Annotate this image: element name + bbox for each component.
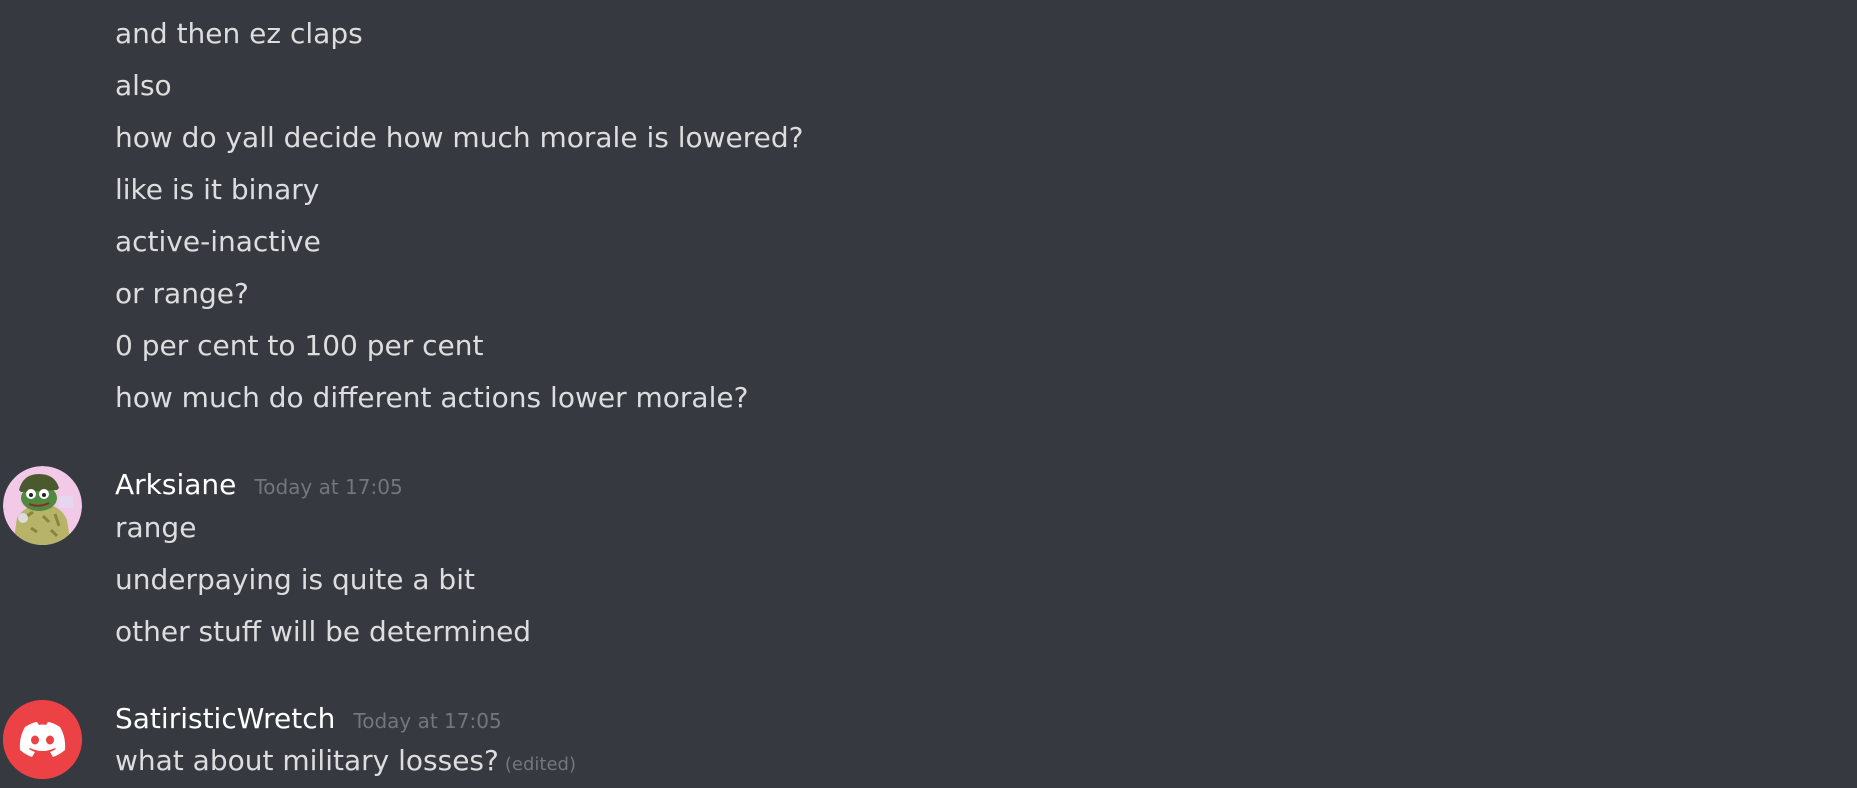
message-line: what about military losses? (edited)	[115, 744, 576, 782]
message-line: active-inactive	[115, 225, 321, 258]
message-line: or range?	[115, 277, 249, 310]
edited-label: (edited)	[504, 754, 576, 775]
message-line: other stuff will be determined	[115, 615, 532, 648]
chat-messages: and then ez claps also how do yall decid…	[0, 0, 1857, 788]
user-avatar-arksiane[interactable]	[3, 466, 82, 545]
message-header: SatiristicWretch Today at 17:05	[115, 702, 502, 736]
message-line: also	[115, 69, 172, 102]
user-avatar-satiristicwretch[interactable]	[3, 700, 82, 779]
message-line: how much do different actions lower mora…	[115, 381, 749, 414]
message-line: range	[115, 511, 197, 544]
frog-soldier-avatar-icon	[3, 466, 82, 545]
message-line: 0 per cent to 100 per cent	[115, 329, 484, 362]
message-timestamp[interactable]: Today at 17:05	[353, 709, 501, 733]
message-timestamp[interactable]: Today at 17:05	[254, 475, 402, 499]
message-line: how do yall decide how much morale is lo…	[115, 121, 804, 154]
message-line: underpaying is quite a bit	[115, 563, 475, 596]
message-line: like is it binary	[115, 173, 320, 206]
message-header: Arksiane Today at 17:05	[115, 468, 403, 502]
username[interactable]: Arksiane	[115, 468, 236, 502]
message-text: what about military losses?	[115, 744, 499, 777]
discord-logo-icon	[3, 700, 82, 779]
username[interactable]: SatiristicWretch	[115, 702, 335, 736]
message-line: and then ez claps	[115, 17, 363, 50]
